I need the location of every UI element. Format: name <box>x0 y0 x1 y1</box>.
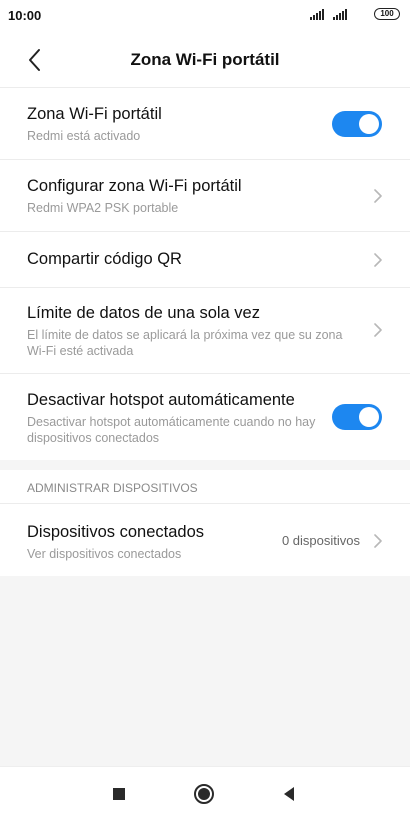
row-subtitle: Ver dispositivos conectados <box>27 547 182 561</box>
chevron-right-icon <box>374 534 382 548</box>
toggle-knob <box>359 407 379 427</box>
battery-icon: 100 <box>374 8 400 20</box>
status-bar: 10:00 100 <box>0 0 410 32</box>
section-divider <box>0 460 410 470</box>
share-qr-row[interactable]: Compartir código QR <box>0 232 410 288</box>
triangle-back-icon <box>284 787 294 801</box>
row-title: Desactivar hotspot automáticamente <box>27 391 295 409</box>
status-time: 10:00 <box>8 8 42 23</box>
row-title: Dispositivos conectados <box>27 523 205 541</box>
signal-icon <box>310 9 324 20</box>
configure-hotspot-row[interactable]: Configurar zona Wi-Fi portátil Redmi WPA… <box>0 160 410 232</box>
settings-list: Zona Wi-Fi portátil Redmi está activado … <box>0 88 410 460</box>
chevron-right-icon <box>374 253 382 267</box>
square-icon <box>113 788 125 800</box>
row-subtitle: Redmi WPA2 PSK portable <box>27 201 179 215</box>
connected-devices-row[interactable]: Dispositivos conectados Ver dispositivos… <box>0 504 410 576</box>
data-limit-row[interactable]: Límite de datos de una sola vez El límit… <box>0 288 410 374</box>
signal-icon <box>333 9 347 20</box>
row-subtitle: El límite de datos se aplicará la próxim… <box>27 328 343 358</box>
back-nav-button[interactable] <box>278 783 300 805</box>
row-subtitle: Redmi está activado <box>27 129 141 143</box>
toggle-knob <box>359 114 379 134</box>
devices-count: 0 dispositivos <box>281 533 360 548</box>
app-header: Zona Wi-Fi portátil <box>0 32 410 88</box>
row-title: Configurar zona Wi-Fi portátil <box>27 177 242 195</box>
chevron-right-icon <box>374 323 382 337</box>
auto-disable-hotspot-row[interactable]: Desactivar hotspot automáticamente Desac… <box>0 374 410 460</box>
row-title: Compartir código QR <box>27 250 182 268</box>
section-header-label: ADMINISTRAR DISPOSITIVOS <box>27 481 198 495</box>
chevron-right-icon <box>374 189 382 203</box>
recents-button[interactable] <box>108 783 130 805</box>
page-title: Zona Wi-Fi portátil <box>130 50 280 69</box>
circle-icon <box>194 784 214 804</box>
section-header: ADMINISTRAR DISPOSITIVOS <box>0 470 410 504</box>
navigation-bar <box>0 766 410 820</box>
home-button[interactable] <box>193 783 215 805</box>
auto-disable-toggle[interactable] <box>332 404 382 430</box>
row-title: Límite de datos de una sola vez <box>27 304 260 322</box>
hotspot-toggle[interactable] <box>332 111 382 137</box>
row-subtitle: Desactivar hotspot automáticamente cuand… <box>27 415 316 445</box>
hotspot-toggle-row[interactable]: Zona Wi-Fi portátil Redmi está activado <box>0 88 410 160</box>
row-title: Zona Wi-Fi portátil <box>27 105 162 123</box>
